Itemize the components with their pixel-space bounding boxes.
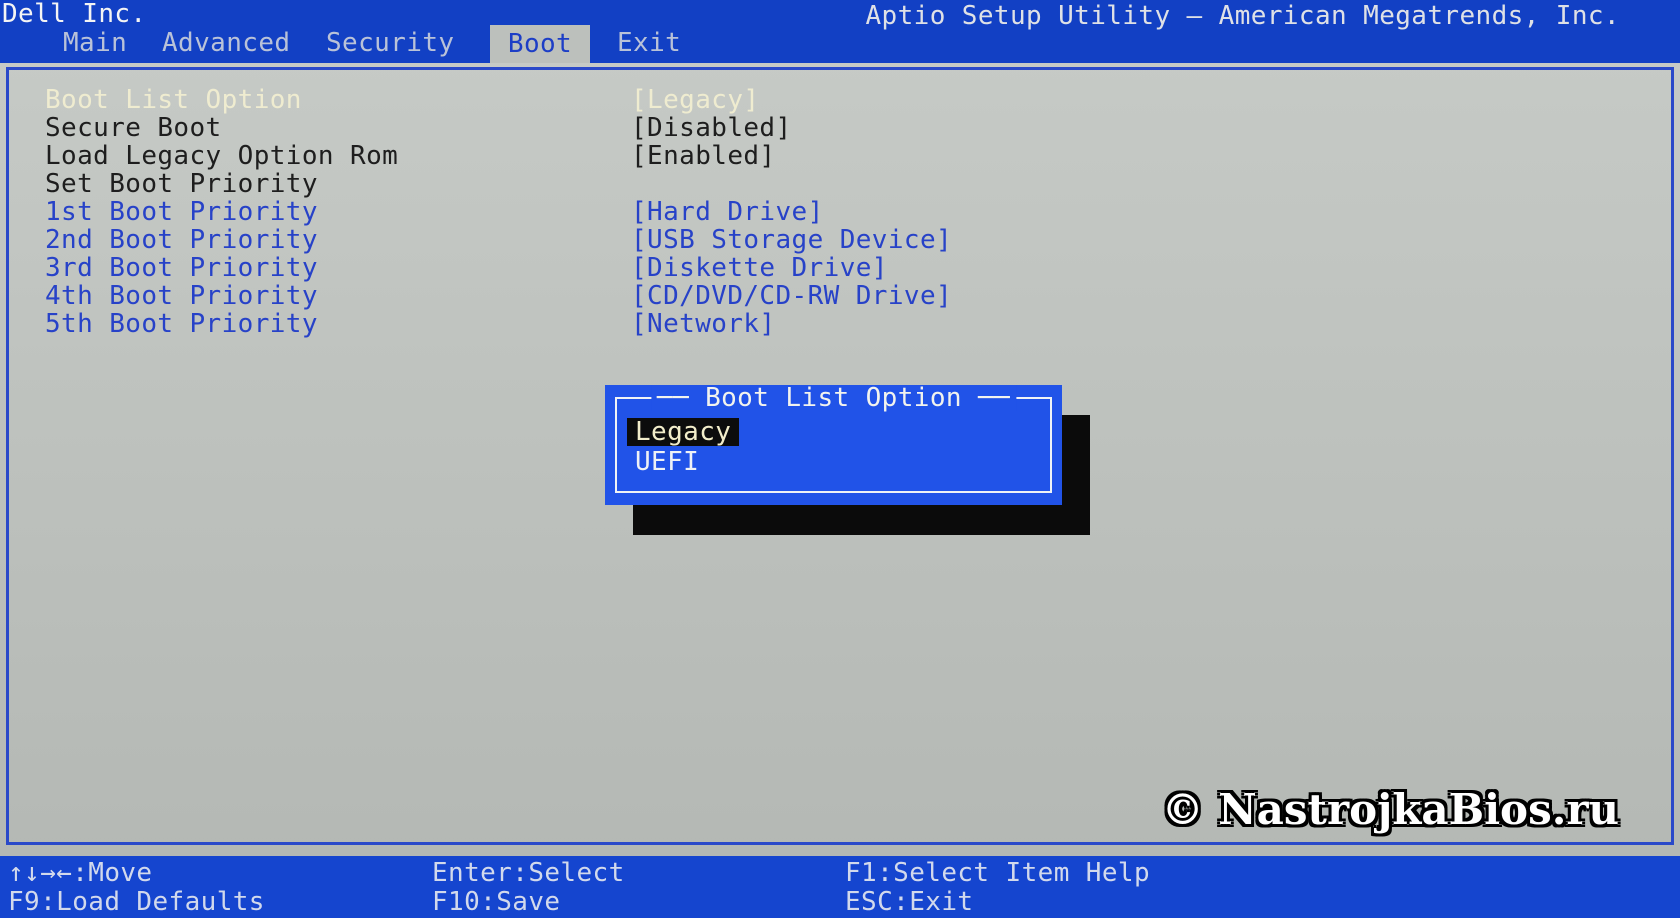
tab-boot[interactable]: Boot (490, 25, 590, 63)
vendor-name: Dell Inc. (2, 0, 147, 29)
tab-main[interactable]: Main (63, 29, 127, 57)
popup-option-legacy[interactable]: Legacy (627, 418, 740, 446)
setting-5th-boot-priority[interactable]: 5th Boot Priority [Network] (9, 310, 1671, 338)
setting-value: [Legacy] (631, 85, 760, 115)
setting-label: Set Boot Priority (45, 169, 318, 199)
setting-label: 4th Boot Priority (45, 281, 318, 311)
title-bar: Dell Inc. Aptio Setup Utility – American… (0, 0, 1680, 63)
hotkey-select: Enter:Select (432, 858, 625, 888)
setting-label: 3rd Boot Priority (45, 253, 318, 283)
setting-label: 2nd Boot Priority (45, 225, 318, 255)
setting-value: [Diskette Drive] (631, 253, 888, 283)
tab-advanced[interactable]: Advanced (162, 29, 290, 57)
tab-exit[interactable]: Exit (617, 29, 681, 57)
boot-list-option-dialog: ── Boot List Option ── Legacy UEFI (605, 385, 1062, 505)
setting-value: [Network] (631, 309, 776, 339)
tab-security[interactable]: Security (326, 29, 454, 57)
hotkey-item-help: F1:Select Item Help (845, 858, 1151, 888)
hotkey-bar: ↑↓→←:Move F9:Load Defaults Enter:Select … (0, 856, 1680, 918)
popup-title: ── Boot List Option ── (650, 385, 1017, 411)
utility-title: Aptio Setup Utility – American Megatrend… (865, 1, 1620, 31)
setting-value: [CD/DVD/CD-RW Drive] (631, 281, 953, 311)
setting-set-boot-priority[interactable]: Set Boot Priority (9, 170, 1671, 198)
setting-label: 1st Boot Priority (45, 197, 318, 227)
setting-label: Secure Boot (45, 113, 222, 143)
setting-2nd-boot-priority[interactable]: 2nd Boot Priority [USB Storage Device] (9, 226, 1671, 254)
setting-value: [USB Storage Device] (631, 225, 953, 255)
popup-option-uefi[interactable]: UEFI (635, 448, 699, 476)
setting-value: [Disabled] (631, 113, 792, 143)
hotkey-move: ↑↓→←:Move (8, 858, 153, 888)
setting-load-legacy-option-rom[interactable]: Load Legacy Option Rom [Enabled] (9, 142, 1671, 170)
setting-3rd-boot-priority[interactable]: 3rd Boot Priority [Diskette Drive] (9, 254, 1671, 282)
setting-boot-list-option[interactable]: Boot List Option [Legacy] (9, 86, 1671, 114)
setting-label: Load Legacy Option Rom (45, 141, 399, 171)
hotkey-exit: ESC:Exit (845, 887, 974, 917)
setting-value: [Hard Drive] (631, 197, 824, 227)
bios-setup-screen: Dell Inc. Aptio Setup Utility – American… (0, 0, 1680, 918)
setting-4th-boot-priority[interactable]: 4th Boot Priority [CD/DVD/CD-RW Drive] (9, 282, 1671, 310)
hotkey-save: F10:Save (432, 887, 561, 917)
setting-label: 5th Boot Priority (45, 309, 318, 339)
watermark: © NastrojkaBios.ru (1161, 785, 1619, 834)
setting-secure-boot[interactable]: Secure Boot [Disabled] (9, 114, 1671, 142)
hotkey-load-defaults: F9:Load Defaults (8, 887, 265, 917)
setting-value: [Enabled] (631, 141, 776, 171)
setting-1st-boot-priority[interactable]: 1st Boot Priority [Hard Drive] (9, 198, 1671, 226)
setting-label: Boot List Option (45, 85, 302, 115)
